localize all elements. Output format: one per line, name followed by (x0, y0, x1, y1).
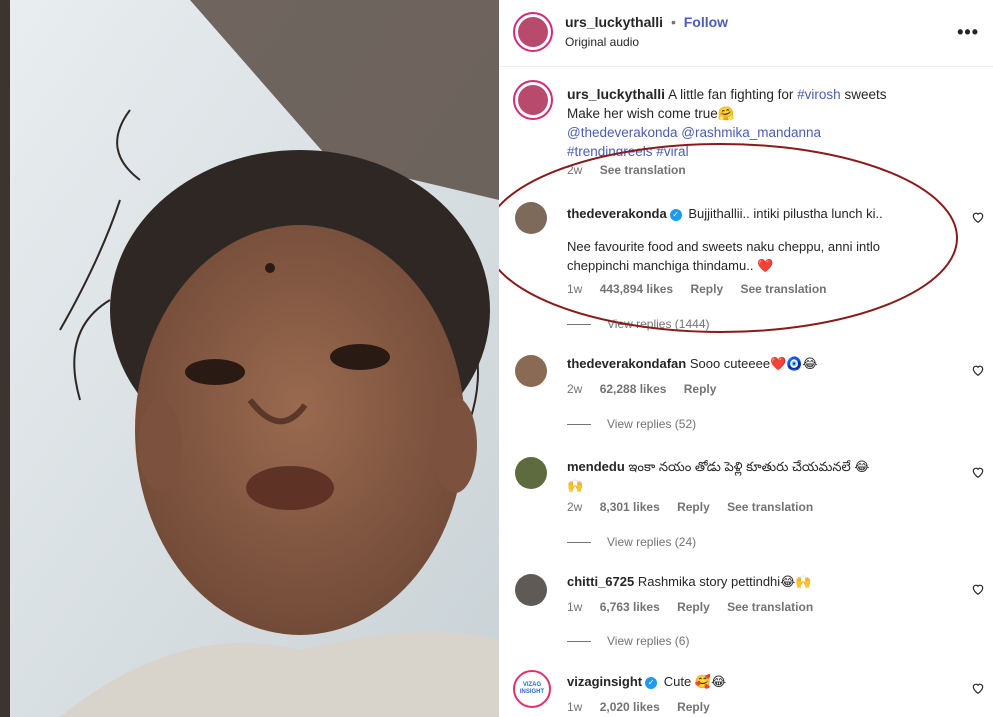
commenter-avatar[interactable] (515, 457, 547, 489)
comment-text-line3: cheppinchi manchiga thindamu.. ❤️ (567, 258, 774, 273)
likes-count[interactable]: 2,020 likes (600, 700, 660, 714)
commenter-username[interactable]: vizaginsight (567, 674, 642, 689)
reply-button[interactable]: Reply (690, 282, 723, 296)
caption-text-after: sweets (844, 87, 887, 102)
comment-text-line2: Nee favourite food and sweets naku chepp… (567, 239, 880, 254)
mention-links[interactable]: @thedeverakonda @rashmika_mandanna (567, 123, 977, 142)
view-replies-button[interactable]: View replies (6) (567, 634, 689, 648)
comment-text: Bujjithallii.. intiki pilustha lunch ki.… (688, 206, 883, 221)
comment-time: 1w (567, 282, 583, 296)
view-replies-button[interactable]: View replies (1444) (567, 317, 710, 331)
heart-icon[interactable] (971, 210, 985, 224)
caption-time: 2w (567, 163, 583, 177)
commenter-avatar[interactable] (515, 574, 547, 606)
see-translation-link[interactable]: See translation (727, 600, 813, 614)
comment-text: Sooo cuteeee❤️🧿😂 (689, 356, 818, 371)
comment-time: 2w (567, 382, 583, 396)
heart-icon[interactable] (971, 582, 985, 596)
caption-username[interactable]: urs_luckythalli (567, 86, 665, 102)
see-translation-link[interactable]: See translation (740, 282, 826, 296)
reply-button[interactable]: Reply (677, 500, 710, 514)
audio-label[interactable]: Original audio (565, 35, 639, 49)
commenter-username[interactable]: thedeverakonda (567, 206, 667, 221)
reply-button[interactable]: Reply (677, 700, 710, 714)
caption-avatar[interactable] (513, 80, 553, 120)
comment-item: thedeverakondafan Sooo cuteeee❤️🧿😂 2w 62… (499, 350, 993, 440)
tag-links[interactable]: #trendingreels #viral (567, 142, 977, 156)
reply-button[interactable]: Reply (677, 600, 710, 614)
comment-time: 1w (567, 600, 583, 614)
comment-text: Rashmika story pettindhi😂🙌 (637, 574, 812, 589)
likes-count[interactable]: 8,301 likes (600, 500, 660, 514)
view-replies-label: View replies (24) (607, 535, 697, 549)
heart-icon[interactable] (971, 465, 985, 479)
comment-text: Cute 🥰😂 (663, 674, 727, 689)
comment-item: chitti_6725 Rashmika story pettindhi😂🙌 1… (499, 570, 993, 655)
post-caption: urs_luckythalli A little fan fighting fo… (499, 80, 993, 180)
child-video-frame (0, 0, 499, 717)
commenter-avatar[interactable]: VIZAG INSIGHT (513, 670, 551, 708)
commenter-username[interactable]: chitti_6725 (567, 574, 634, 589)
author-avatar[interactable] (513, 12, 553, 52)
replies-divider (567, 424, 591, 426)
comment-text: ఇంకా నయం తోడు పెళ్లి కూతురు చేయమనలే 😂 (628, 459, 870, 474)
caption-line2: Make her wish come true🤗 (567, 106, 735, 121)
heart-icon[interactable] (971, 363, 985, 377)
author-username[interactable]: urs_luckythalli (565, 14, 663, 30)
comment-item: mendedu ఇంకా నయం తోడు పెళ్లి కూతురు చేయమ… (499, 452, 993, 552)
view-replies-label: View replies (52) (607, 417, 697, 431)
hashtag-link[interactable]: #virosh (797, 87, 841, 102)
follow-button[interactable]: Follow (684, 14, 728, 30)
replies-divider (567, 542, 591, 544)
more-horizontal-icon[interactable]: ••• (957, 22, 979, 43)
post-details-panel: urs_luckythalli • Follow Original audio … (499, 0, 993, 717)
verified-badge-icon: ✓ (669, 208, 682, 221)
caption-text: A little fan fighting for (668, 87, 794, 102)
replies-divider (567, 641, 591, 643)
reel-video[interactable] (0, 0, 499, 717)
reply-button[interactable]: Reply (684, 382, 717, 396)
comment-item: VIZAG INSIGHT vizaginsight ✓ Cute 🥰😂 1w 2… (499, 668, 993, 717)
comment-item: thedeverakonda ✓ Bujjithallii.. intiki pi… (499, 196, 993, 336)
commenter-avatar[interactable] (515, 202, 547, 234)
verified-badge-icon: ✓ (645, 676, 658, 689)
commenter-avatar[interactable] (515, 355, 547, 387)
likes-count[interactable]: 6,763 likes (600, 600, 660, 614)
heart-icon[interactable] (971, 681, 985, 695)
comment-time: 1w (567, 700, 583, 714)
likes-count[interactable]: 443,894 likes (600, 282, 673, 296)
separator-dot: • (670, 14, 676, 30)
likes-count[interactable]: 62,288 likes (600, 382, 667, 396)
view-replies-label: View replies (1444) (607, 317, 710, 331)
see-translation-link[interactable]: See translation (600, 163, 686, 177)
comment-text-line2: 🙌 (567, 478, 584, 493)
see-translation-link[interactable]: See translation (727, 500, 813, 514)
commenter-username[interactable]: mendedu (567, 459, 625, 474)
replies-divider (567, 324, 591, 326)
post-header: urs_luckythalli • Follow Original audio … (499, 0, 993, 67)
view-replies-button[interactable]: View replies (24) (567, 535, 696, 549)
view-replies-label: View replies (6) (607, 634, 690, 648)
comment-time: 2w (567, 500, 583, 514)
commenter-username[interactable]: thedeverakondafan (567, 356, 686, 371)
view-replies-button[interactable]: View replies (52) (567, 417, 696, 431)
avatar-logo-text: VIZAG INSIGHT (519, 682, 545, 695)
